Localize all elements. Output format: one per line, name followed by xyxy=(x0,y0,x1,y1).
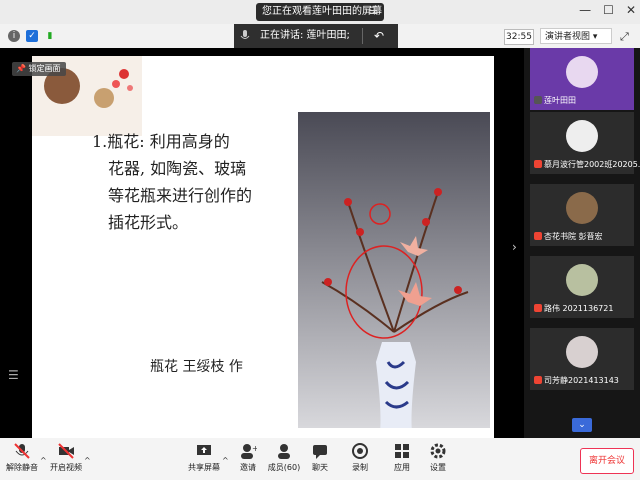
participant-name: 莲叶田田 xyxy=(534,95,576,106)
slide-line: 1.瓶花: 利用高身的 xyxy=(92,132,230,151)
participant-panel: 莲叶田田 慕月波行管2002班20205... 杏花书院 彭晋宏 路伟 2021… xyxy=(524,48,640,438)
share-screen-button[interactable]: 共享屏幕 xyxy=(184,442,224,473)
share-notice-text: 您正在观看莲叶田田的屏幕 xyxy=(262,6,382,17)
minimize-icon[interactable]: — xyxy=(579,3,591,17)
mic-icon xyxy=(240,30,250,39)
speaker-indicator: 正在讲话: 莲叶田田; ↶ xyxy=(234,24,398,48)
chat-button[interactable]: 聊天 xyxy=(300,442,340,473)
list-icon[interactable]: ☰ xyxy=(8,368,19,382)
avatar xyxy=(566,56,598,88)
chevron-right-icon[interactable]: › xyxy=(512,240,517,254)
signal-icon[interactable]: ▮ xyxy=(44,30,56,42)
participant-tile[interactable]: 慕月波行管2002班20205... xyxy=(530,112,640,174)
participant-tile[interactable]: 莲叶田田 xyxy=(530,48,634,110)
members-icon xyxy=(278,444,290,459)
flower-vase-photo xyxy=(298,112,490,428)
avatar xyxy=(566,192,598,224)
gear-icon xyxy=(430,443,446,459)
participant-name: 路伟 2021136721 xyxy=(534,303,613,314)
slide-line: 花器, 如陶瓷、玻璃 xyxy=(108,159,247,178)
unmute-button[interactable]: 解除静音 xyxy=(2,442,42,473)
slide-line: 等花瓶来进行创作的 xyxy=(108,186,253,205)
info-icon[interactable]: i xyxy=(8,30,20,42)
view-mode-select[interactable]: 演讲者视图 ▾ xyxy=(540,28,612,44)
slide-body-text: 1.瓶花: 利用高身的 花器, 如陶瓷、玻璃 等花瓶来进行创作的 插花形式。 xyxy=(92,128,272,236)
participant-tile[interactable]: 路伟 2021136721 xyxy=(530,256,634,318)
avatar xyxy=(566,120,598,152)
participant-name: 杏花书院 彭晋宏 xyxy=(534,231,603,242)
participant-name: 司芳静2021413143 xyxy=(534,375,619,386)
meeting-toolbar: 解除静音 ^ 开启视频 ^ 共享屏幕 ^ + 邀请 成员(60) 聊天 录制 应… xyxy=(0,438,640,480)
start-video-button[interactable]: 开启视频 xyxy=(46,442,86,473)
meeting-timer: 32:55 xyxy=(504,29,534,45)
participant-name: 慕月波行管2002班20205... xyxy=(534,159,640,170)
scroll-down-icon[interactable]: ⌄ xyxy=(572,418,592,432)
title-bar: 您正在观看莲叶田田的屏幕 ☰ — ☐ ✕ xyxy=(0,0,640,24)
return-icon[interactable]: ↶ xyxy=(374,24,384,48)
svg-text:+: + xyxy=(252,444,257,453)
slide-caption: 瓶花 王绥枝 作 xyxy=(150,359,243,375)
mic-muted-icon xyxy=(14,443,30,459)
members-button[interactable]: 成员(60) xyxy=(264,442,304,473)
apps-icon xyxy=(395,444,409,458)
chat-icon xyxy=(313,445,327,459)
lock-view-button[interactable]: 📌 锁定画面 xyxy=(12,62,66,76)
leave-meeting-button[interactable]: 离开会议 xyxy=(580,448,634,474)
lock-view-label: 锁定画面 xyxy=(28,64,61,73)
slide-line: 插花形式。 xyxy=(108,213,189,232)
invite-icon: + xyxy=(241,444,257,459)
camera-off-icon xyxy=(58,443,74,459)
share-notice-menu-icon[interactable]: ☰ xyxy=(369,3,378,21)
apps-button[interactable]: 应用 xyxy=(382,442,422,473)
view-mode-label: 演讲者视图 xyxy=(545,32,591,42)
maximize-icon[interactable]: ☐ xyxy=(603,3,614,17)
speaking-label: 正在讲话: 莲叶田田; xyxy=(260,30,350,41)
share-notice[interactable]: 您正在观看莲叶田田的屏幕 ☰ xyxy=(256,3,384,21)
fullscreen-icon[interactable]: ⤢ xyxy=(620,30,629,44)
avatar xyxy=(566,264,598,296)
avatar xyxy=(566,336,598,368)
settings-button[interactable]: 设置 xyxy=(418,442,458,473)
share-screen-icon xyxy=(197,445,211,455)
window-controls: — ☐ ✕ xyxy=(579,3,636,17)
invite-button[interactable]: + 邀请 xyxy=(228,442,268,473)
participant-tile[interactable]: 司芳静2021413143 xyxy=(530,328,634,390)
record-icon xyxy=(352,443,368,459)
shield-icon[interactable]: ✓ xyxy=(26,30,38,42)
record-button[interactable]: 录制 xyxy=(340,442,380,473)
participant-tile[interactable]: 杏花书院 彭晋宏 xyxy=(530,184,634,246)
divider xyxy=(362,28,363,44)
chevron-up-icon[interactable]: ^ xyxy=(84,456,91,465)
presentation-slide: 1.瓶花: 利用高身的 花器, 如陶瓷、玻璃 等花瓶来进行创作的 插花形式。 瓶… xyxy=(32,56,494,438)
close-icon[interactable]: ✕ xyxy=(626,3,636,17)
